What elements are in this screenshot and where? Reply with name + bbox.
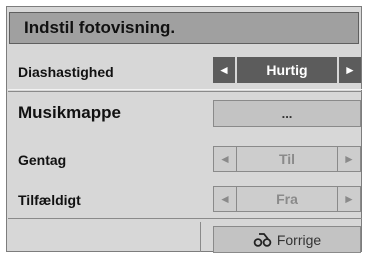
repeat-selector[interactable]: ◄ Til ► bbox=[213, 146, 361, 172]
footer-divider bbox=[200, 222, 201, 252]
repeat-label: Gentag bbox=[18, 152, 67, 168]
slideshow-speed-prev-arrow[interactable]: ◄ bbox=[213, 57, 235, 83]
repeat-value: Til bbox=[236, 147, 338, 171]
dialog-title: Indstil fotovisning. bbox=[9, 12, 359, 44]
random-next-arrow[interactable]: ► bbox=[338, 187, 360, 211]
music-folder-browse-button[interactable]: ... bbox=[213, 100, 361, 127]
random-label: Tilfældigt bbox=[18, 192, 81, 208]
slideshow-speed-value: Hurtig bbox=[235, 57, 339, 83]
back-icon bbox=[253, 232, 273, 247]
repeat-prev-arrow[interactable]: ◄ bbox=[214, 147, 236, 171]
repeat-next-arrow[interactable]: ► bbox=[338, 147, 360, 171]
divider bbox=[8, 218, 362, 219]
back-button[interactable]: Forrige bbox=[213, 226, 361, 253]
random-value: Fra bbox=[236, 187, 338, 211]
music-folder-label: Musikmappe bbox=[18, 103, 121, 122]
back-button-label: Forrige bbox=[276, 231, 322, 248]
random-prev-arrow[interactable]: ◄ bbox=[214, 187, 236, 211]
slideshow-speed-next-arrow[interactable]: ► bbox=[339, 57, 361, 83]
random-selector[interactable]: ◄ Fra ► bbox=[213, 186, 361, 212]
divider bbox=[8, 91, 362, 92]
slideshow-speed-label: Diashastighed bbox=[18, 64, 114, 80]
slideshow-speed-selector[interactable]: ◄ Hurtig ► bbox=[213, 57, 361, 83]
divider bbox=[8, 89, 362, 90]
